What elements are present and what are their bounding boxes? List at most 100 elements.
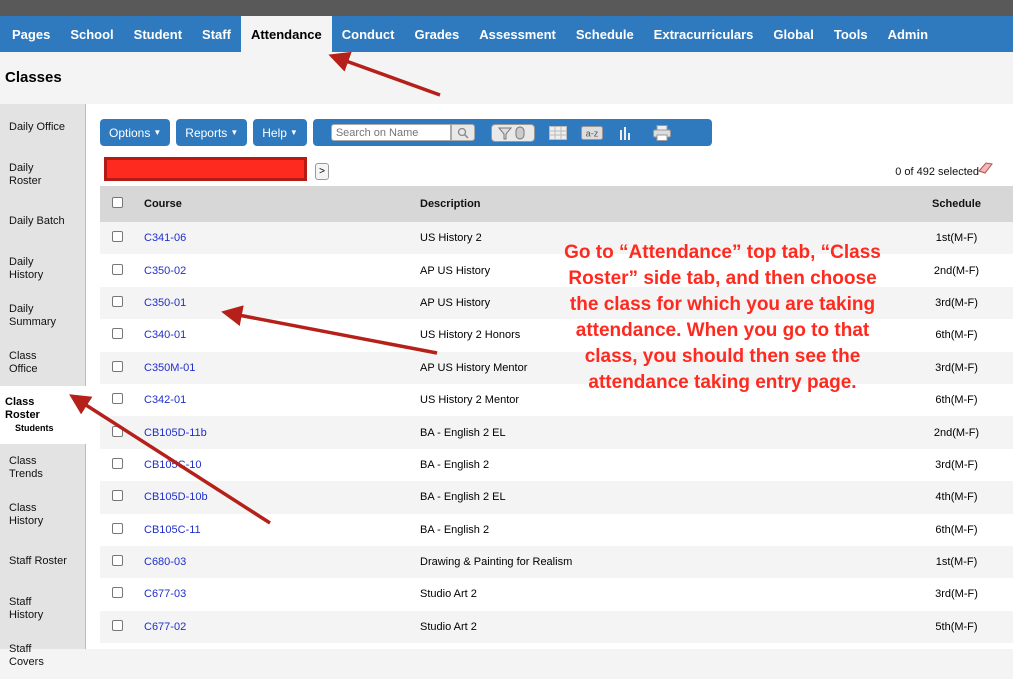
row-checkbox[interactable] xyxy=(112,231,123,243)
grid-button[interactable] xyxy=(548,125,567,140)
row-select-cell xyxy=(100,546,140,578)
sidebar-item-class-office[interactable]: Class Office xyxy=(0,339,85,386)
row-select-cell xyxy=(100,287,140,319)
description-cell: Drawing & Painting for Realism xyxy=(420,556,573,569)
sidebar-item-staff-covers[interactable]: Staff Covers xyxy=(0,632,85,679)
options-label: Options xyxy=(109,125,151,140)
tab-school[interactable]: School xyxy=(60,16,123,52)
table-row[interactable]: CB105D-11b BA - English 2 EL 2nd(M-F) xyxy=(100,416,1013,449)
course-cell: CB105C-11 xyxy=(140,514,420,546)
tab-staff[interactable]: Staff xyxy=(192,16,241,52)
table-row[interactable]: C677-03 Studio Art 2 3rd(M-F) xyxy=(100,578,1013,611)
table-row[interactable]: CB105C-11 BA - English 2 6th(M-F) xyxy=(100,513,1013,546)
schedule-header[interactable]: Schedule xyxy=(900,186,1013,222)
row-checkbox[interactable] xyxy=(112,587,123,599)
filter-button[interactable] xyxy=(490,123,535,142)
course-cell: C677-03 xyxy=(140,578,420,610)
row-checkbox[interactable] xyxy=(112,360,123,372)
schedule-cell: 3rd(M-F) xyxy=(935,458,978,471)
chart-button[interactable] xyxy=(617,126,633,140)
tab-attendance[interactable]: Attendance xyxy=(240,16,332,52)
course-link[interactable]: C350-01 xyxy=(144,297,186,309)
course-link[interactable]: C341-06 xyxy=(144,232,186,244)
course-link[interactable]: C350-02 xyxy=(144,265,186,277)
schedule-cell: 3rd(M-F) xyxy=(935,361,978,374)
tab-tools[interactable]: Tools xyxy=(824,16,878,52)
sidebar-item-staff-history[interactable]: Staff History xyxy=(0,585,85,632)
grid-icon xyxy=(548,125,567,140)
next-button[interactable]: > xyxy=(315,163,329,180)
search-input[interactable] xyxy=(330,124,451,141)
course-link[interactable]: CB105D-10b xyxy=(144,491,208,503)
course-link[interactable]: CB105C-10 xyxy=(144,459,201,471)
select-all-checkbox[interactable] xyxy=(112,197,123,208)
table-row[interactable]: CB105C-10 BA - English 2 3rd(M-F) xyxy=(100,448,1013,482)
help-button[interactable]: Help ▼ xyxy=(253,119,307,146)
tab-grades[interactable]: Grades xyxy=(404,16,469,52)
table-row[interactable]: CB105D-10b BA - English 2 EL 4th(M-F) xyxy=(100,481,1013,514)
sidebar-item-label: Staff Roster xyxy=(9,555,67,567)
sidebar-item-label: Daily Office xyxy=(9,121,66,133)
sort-az-button[interactable]: a-z xyxy=(580,125,603,140)
row-checkbox[interactable] xyxy=(112,295,123,307)
course-link[interactable]: C342-01 xyxy=(144,394,186,406)
row-checkbox[interactable] xyxy=(112,263,123,275)
tab-extracurriculars[interactable]: Extracurriculars xyxy=(644,16,764,52)
course-header[interactable]: Course xyxy=(140,186,420,222)
row-checkbox[interactable] xyxy=(112,393,123,405)
options-button[interactable]: Options ▼ xyxy=(100,119,171,146)
filter-icon xyxy=(497,126,525,139)
course-link[interactable]: C350M-01 xyxy=(144,362,195,374)
page-title: Classes xyxy=(5,69,62,86)
sidebar-item-daily-roster[interactable]: Daily Roster xyxy=(0,151,85,198)
schedule-cell: 1st(M-F) xyxy=(935,232,978,245)
tab-conduct[interactable]: Conduct xyxy=(332,16,405,52)
tab-assessment[interactable]: Assessment xyxy=(469,16,566,52)
sidebar-item-daily-history[interactable]: Daily History xyxy=(0,245,85,292)
eraser-icon[interactable] xyxy=(977,162,993,174)
tab-admin[interactable]: Admin xyxy=(878,16,938,52)
row-checkbox[interactable] xyxy=(112,522,123,534)
tab-pages[interactable]: Pages xyxy=(2,16,60,52)
course-link[interactable]: C680-03 xyxy=(144,556,186,568)
course-cell: C340-01 xyxy=(140,319,420,351)
description-cell: BA - English 2 xyxy=(420,458,490,471)
description-header[interactable]: Description xyxy=(420,186,900,222)
row-checkbox[interactable] xyxy=(112,555,123,567)
row-checkbox[interactable] xyxy=(112,457,123,469)
toolbar: Options▼ Reports▼ Help▼ a-z xyxy=(100,119,712,146)
course-link[interactable]: C340-01 xyxy=(144,329,186,341)
row-checkbox[interactable] xyxy=(112,490,123,502)
course-link[interactable]: CB105D-11b xyxy=(144,427,207,439)
course-link[interactable]: CB105C-11 xyxy=(144,524,201,536)
sidebar-item-label: Daily Roster xyxy=(9,161,42,187)
sidebar-item-class-history[interactable]: Class History xyxy=(0,491,85,538)
course-cell: C350-01 xyxy=(140,287,420,319)
row-checkbox[interactable] xyxy=(112,425,123,437)
schedule-cell: 4th(M-F) xyxy=(935,491,978,504)
table-row[interactable]: C680-03 Drawing & Painting for Realism 1st… xyxy=(100,545,1013,579)
search-button[interactable] xyxy=(450,124,475,141)
row-select-cell xyxy=(100,319,140,351)
tab-student[interactable]: Student xyxy=(124,16,192,52)
print-button[interactable] xyxy=(652,124,671,141)
reports-button[interactable]: Reports ▼ xyxy=(176,119,248,146)
row-checkbox[interactable] xyxy=(112,619,123,631)
sidebar-item-daily-office[interactable]: Daily Office xyxy=(0,104,85,151)
sidebar-item-staff-roster[interactable]: Staff Roster xyxy=(0,538,85,585)
sidebar-item-daily-batch[interactable]: Daily Batch xyxy=(0,198,85,245)
tab-global[interactable]: Global xyxy=(763,16,823,52)
course-link[interactable]: C677-03 xyxy=(144,588,186,600)
course-cell: C341-06 xyxy=(140,222,420,254)
sidebar-item-class-trends[interactable]: Class Trends xyxy=(0,444,85,491)
row-checkbox[interactable] xyxy=(112,328,123,340)
sidebar-item-class-roster[interactable]: Class Roster Students xyxy=(0,386,86,444)
sidebar-item-label: Class Roster xyxy=(5,395,40,421)
course-link[interactable]: C677-02 xyxy=(144,621,186,633)
table-row[interactable]: C677-02 Studio Art 2 5th(M-F) xyxy=(100,610,1013,644)
sidebar-item-daily-summary[interactable]: Daily Summary xyxy=(0,292,85,339)
tab-schedule[interactable]: Schedule xyxy=(566,16,644,52)
row-select-cell xyxy=(100,449,140,481)
sidebar-item-label: Class History xyxy=(9,501,44,527)
instruction-annotation: Go to “Attendance” top tab, “Class Roste… xyxy=(564,242,881,393)
